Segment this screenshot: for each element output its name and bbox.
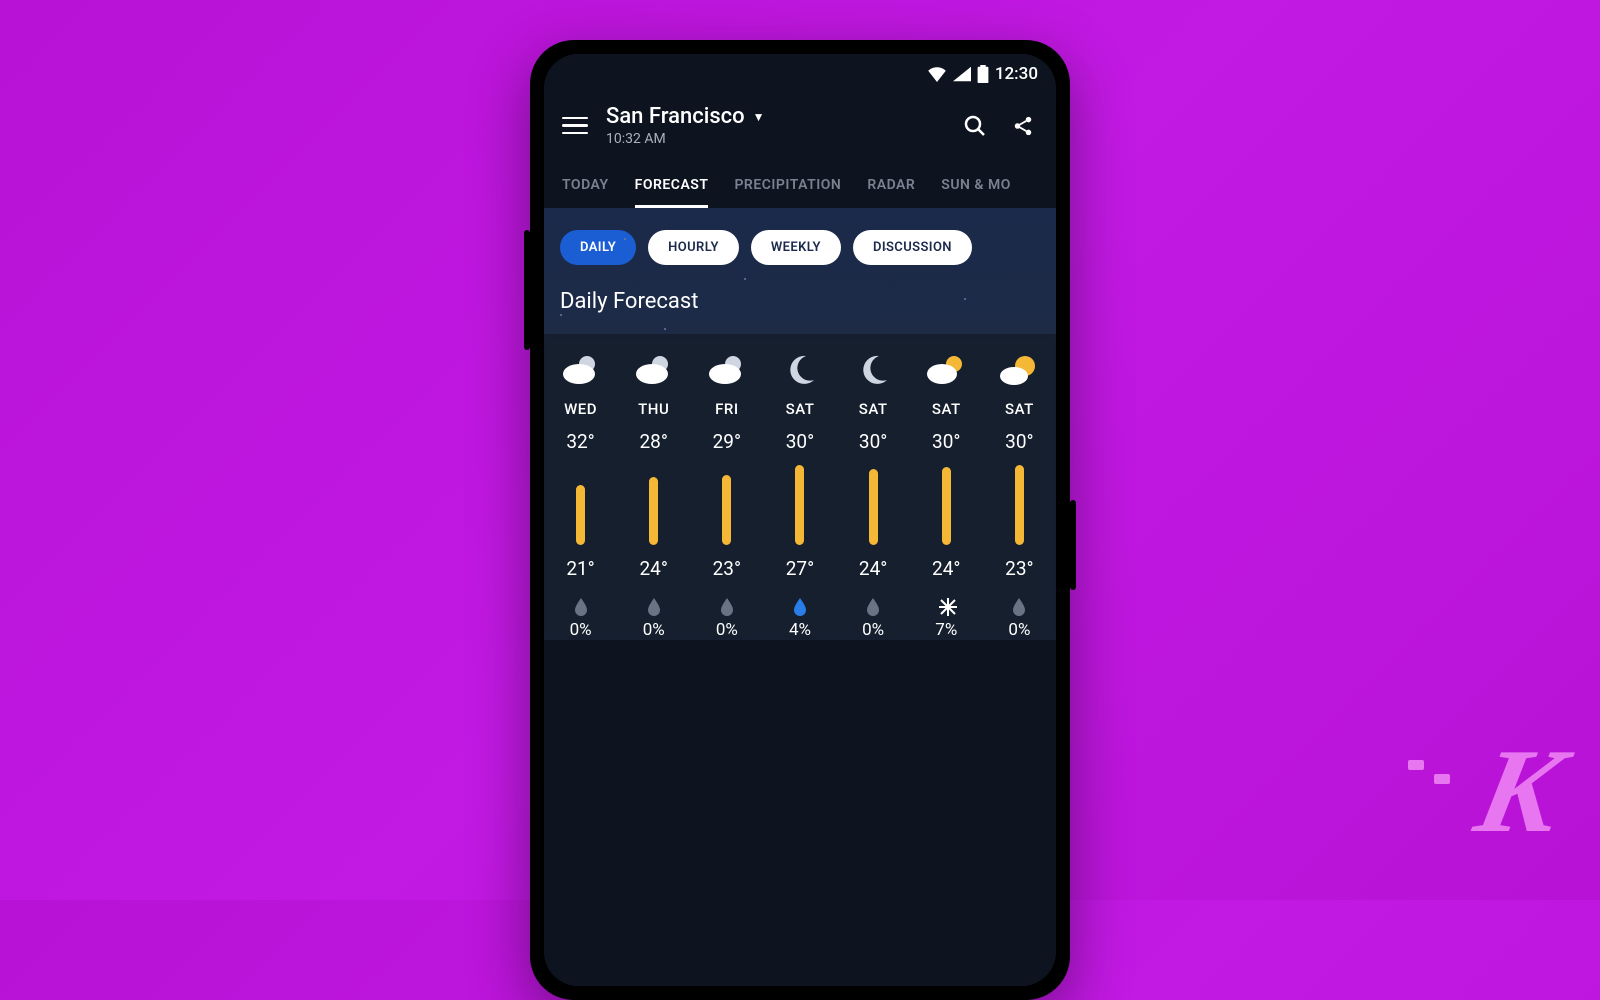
temp-range-bar — [649, 465, 658, 545]
precip: 4% — [789, 598, 811, 640]
precip-value: 0% — [716, 620, 738, 640]
weather-icon — [924, 352, 968, 388]
temp-range-bar — [869, 465, 878, 545]
tab-radar[interactable]: RADAR — [867, 177, 915, 208]
precip-value: 0% — [862, 620, 884, 640]
share-icon — [1012, 115, 1034, 137]
forecast-day[interactable]: SAT 30° 27° 4% — [763, 352, 836, 640]
forecast-day[interactable]: SAT 30° 23° 0% — [983, 352, 1056, 640]
location-name: San Francisco — [606, 104, 745, 129]
precip-icon — [939, 598, 953, 614]
temp-low: 23° — [713, 557, 741, 580]
forecast-day[interactable]: THU 28° 24° 0% — [617, 352, 690, 640]
tab-today[interactable]: TODAY — [562, 177, 609, 208]
precip-value: 0% — [1008, 620, 1030, 640]
temp-high: 29° — [713, 430, 741, 453]
day-label: SAT — [786, 400, 815, 418]
precip: 7% — [935, 598, 957, 640]
forecast-day[interactable]: WED 32° 21° 0% — [544, 352, 617, 640]
forecast-day[interactable]: SAT 30° 24° 7% — [910, 352, 983, 640]
precip: 0% — [643, 598, 665, 640]
temp-range-bar — [722, 465, 731, 545]
forecast-grid[interactable]: WED 32° 21° 0% THU 28° 24° 0% FRI 29° 23° 0% SAT 30° 2… — [544, 334, 1056, 640]
day-label: SAT — [859, 400, 888, 418]
brand-dots — [1408, 760, 1450, 770]
location-selector[interactable]: San Francisco ▼ 10:32 AM — [606, 104, 942, 147]
status-time: 12:30 — [995, 64, 1038, 84]
temp-low: 27° — [786, 557, 814, 580]
precip-value: 4% — [789, 620, 811, 640]
pill-discussion[interactable]: DISCUSSION — [853, 230, 972, 265]
signal-icon — [953, 66, 971, 82]
temp-low: 21° — [566, 557, 594, 580]
temp-high: 30° — [786, 430, 814, 453]
weather-icon — [559, 352, 603, 388]
tab-forecast[interactable]: FORECAST — [635, 177, 709, 208]
day-label: SAT — [932, 400, 961, 418]
temp-low: 24° — [932, 557, 960, 580]
forecast-day[interactable]: SAT 30° 24° 0% — [837, 352, 910, 640]
status-bar: 12:30 — [544, 54, 1056, 88]
pill-weekly[interactable]: WEEKLY — [751, 230, 841, 265]
temp-high: 28° — [639, 430, 667, 453]
pill-hourly[interactable]: HOURLY — [648, 230, 739, 265]
temp-range-bar — [942, 465, 951, 545]
precip: 0% — [570, 598, 592, 640]
screen: 12:30 San Francisco ▼ 10:32 AM TODAY FORE… — [544, 54, 1056, 986]
forecast-day[interactable]: FRI 29° 23° 0% — [690, 352, 763, 640]
precip-value: 7% — [935, 620, 957, 640]
precip-icon — [647, 598, 661, 614]
tab-bar: TODAY FORECAST PRECIPITATION RADAR SUN & MO — [544, 157, 1056, 208]
precip: 0% — [1008, 598, 1030, 640]
precip-icon — [866, 598, 880, 614]
precip-value: 0% — [643, 620, 665, 640]
chevron-down-icon: ▼ — [753, 110, 765, 124]
day-label: WED — [564, 400, 597, 418]
tab-precipitation[interactable]: PRECIPITATION — [734, 177, 841, 208]
view-pills: DAILY HOURLY WEEKLY DISCUSSION — [560, 230, 1040, 265]
section-title: Daily Forecast — [560, 289, 1040, 314]
phone-frame: 12:30 San Francisco ▼ 10:32 AM TODAY FORE… — [530, 40, 1070, 1000]
temp-range-bar — [576, 465, 585, 545]
weather-icon — [851, 352, 895, 388]
weather-icon — [997, 352, 1041, 388]
temp-low: 24° — [859, 557, 887, 580]
menu-button[interactable] — [562, 113, 588, 139]
temp-range-bar — [1015, 465, 1024, 545]
precip-icon — [1012, 598, 1026, 614]
temp-high: 30° — [1005, 430, 1033, 453]
search-icon — [963, 114, 987, 138]
pill-daily[interactable]: DAILY — [560, 230, 636, 265]
share-button[interactable] — [1008, 111, 1038, 141]
weather-icon — [705, 352, 749, 388]
weather-icon — [778, 352, 822, 388]
temp-high: 30° — [932, 430, 960, 453]
day-label: FRI — [715, 400, 738, 418]
precip: 0% — [716, 598, 738, 640]
temp-high: 30° — [859, 430, 887, 453]
search-button[interactable] — [960, 111, 990, 141]
precip-value: 0% — [570, 620, 592, 640]
precip: 0% — [862, 598, 884, 640]
temp-low: 23° — [1005, 557, 1033, 580]
temp-range-bar — [795, 465, 804, 545]
day-label: THU — [638, 400, 669, 418]
app-bar: San Francisco ▼ 10:32 AM — [544, 88, 1056, 157]
precip-icon — [720, 598, 734, 614]
wifi-icon — [927, 66, 947, 82]
precip-icon — [574, 598, 588, 614]
temp-low: 24° — [639, 557, 667, 580]
local-time: 10:32 AM — [606, 131, 942, 147]
tab-sun-mo[interactable]: SUN & MO — [941, 177, 1011, 208]
battery-icon — [977, 65, 989, 83]
day-label: SAT — [1005, 400, 1034, 418]
brand-logo: K — [1465, 722, 1574, 860]
precip-icon — [793, 598, 807, 614]
temp-high: 32° — [566, 430, 594, 453]
weather-icon — [632, 352, 676, 388]
forecast-panel: DAILY HOURLY WEEKLY DISCUSSION Daily Foreca… — [544, 208, 1056, 334]
